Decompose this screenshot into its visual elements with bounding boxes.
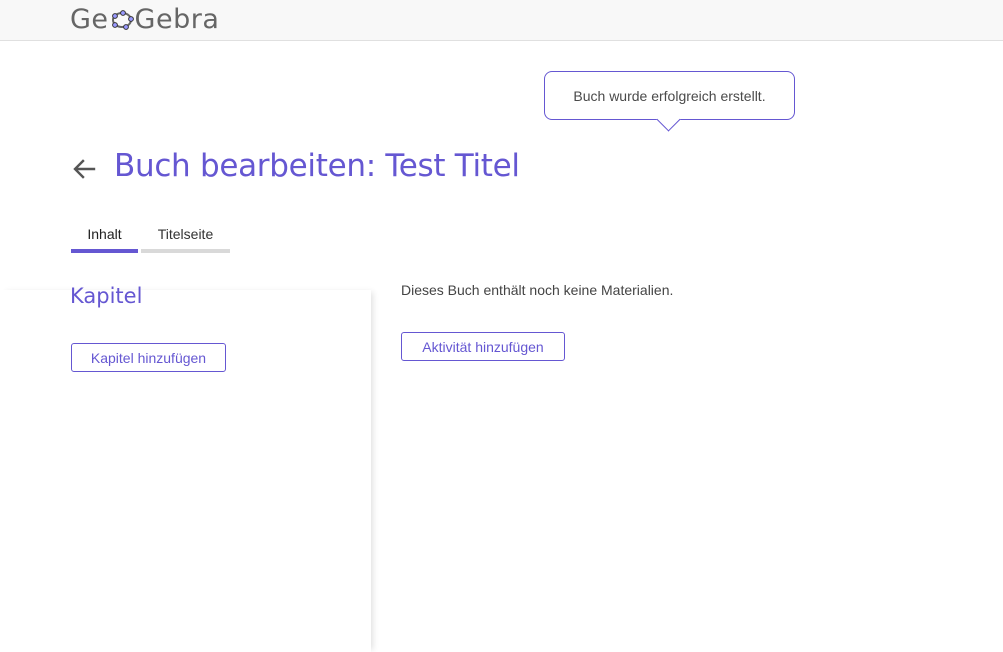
toast-pointer <box>656 107 681 132</box>
page-title: Buch bearbeiten: Test Titel <box>114 148 520 184</box>
toast-message: Buch wurde erfolgreich erstellt. <box>573 87 766 104</box>
sidebar-title: Kapitel <box>70 284 143 308</box>
tab-inhalt[interactable]: Inhalt <box>71 218 138 253</box>
chapter-sidebar: Kapitel Kapitel hinzufügen <box>0 284 371 652</box>
logo-text-left: Ge <box>70 3 109 35</box>
add-chapter-button[interactable]: Kapitel hinzufügen <box>71 343 226 372</box>
arrow-left-icon[interactable] <box>70 155 98 183</box>
geogebra-logo-icon <box>111 10 134 30</box>
geogebra-logo[interactable]: Ge Gebra <box>70 1 219 37</box>
empty-materials-message: Dieses Buch enthält noch keine Materiali… <box>401 282 674 298</box>
logo-text-right: Gebra <box>134 3 220 35</box>
add-activity-button[interactable]: Aktivität hinzufügen <box>401 332 565 361</box>
tab-bar: Inhalt Titelseite <box>71 218 230 253</box>
tab-titelseite[interactable]: Titelseite <box>141 218 230 253</box>
top-bar: Ge Gebra <box>0 0 1003 41</box>
success-toast: Buch wurde erfolgreich erstellt. <box>544 71 795 132</box>
